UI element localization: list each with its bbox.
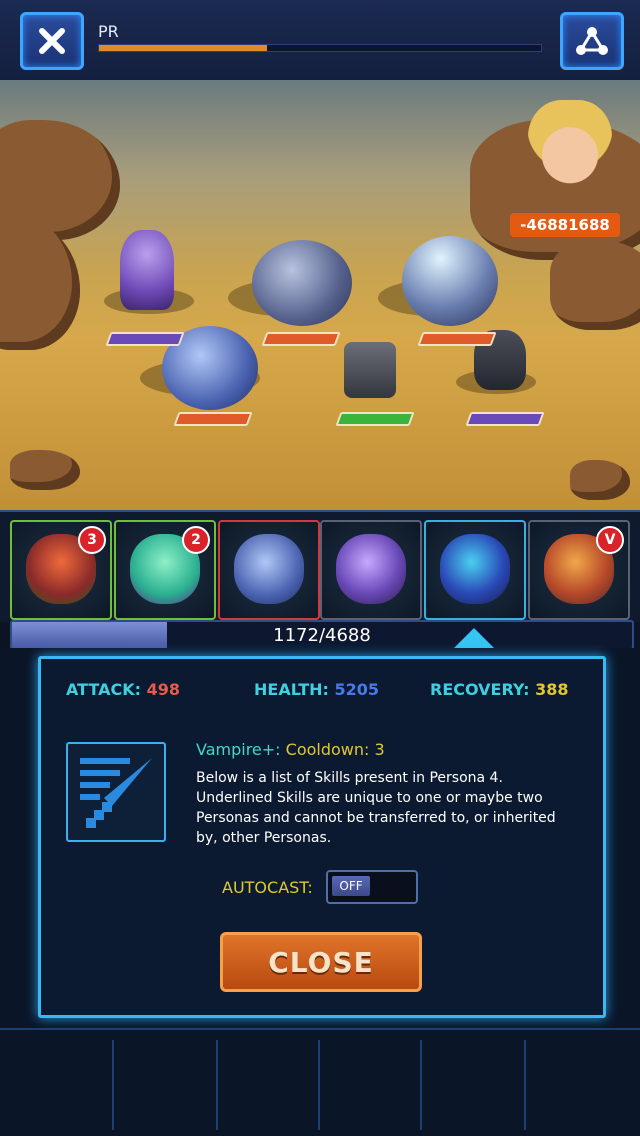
- skill-icon-frame: [66, 742, 166, 842]
- enemy-hero-portrait: [528, 100, 612, 192]
- divider: [318, 1040, 320, 1130]
- autocast-toggle[interactable]: OFF: [326, 870, 418, 904]
- persona-slot-5[interactable]: [424, 520, 526, 620]
- enemy-hp-bar: [105, 332, 185, 346]
- health-value: 5205: [334, 680, 380, 699]
- damage-counter: -46881688: [510, 213, 620, 237]
- xp-bar: [98, 44, 542, 52]
- attack-value: 498: [146, 680, 180, 699]
- rock: [10, 450, 80, 490]
- persona-portrait: [336, 534, 406, 604]
- recovery-label: RECOVERY:: [430, 680, 530, 699]
- rock: [550, 240, 640, 330]
- close-panel-button[interactable]: CLOSE: [220, 932, 422, 992]
- persona-slot-3[interactable]: [218, 520, 320, 620]
- toggle-state: OFF: [332, 876, 370, 896]
- sword-skill-icon: [80, 758, 152, 828]
- network-icon: [576, 27, 608, 55]
- close-icon: [39, 28, 65, 54]
- energy-bar: 1172/4688: [10, 620, 634, 650]
- enemy-ice-mech-crab[interactable]: [402, 236, 498, 326]
- close-button[interactable]: [20, 12, 84, 70]
- energy-text: 1172/4688: [273, 624, 371, 646]
- health-label: HEALTH:: [254, 680, 329, 699]
- persona-slot-6[interactable]: V: [528, 520, 630, 620]
- recovery-value: 388: [535, 680, 569, 699]
- attack-stat: ATTACK: 498: [66, 680, 180, 699]
- skill-name: Vampire+:: [196, 740, 281, 759]
- divider: [420, 1040, 422, 1130]
- top-bar: PR: [0, 0, 640, 82]
- enemy-mech-crab[interactable]: [252, 240, 352, 326]
- enemy-turret-bot[interactable]: [344, 342, 396, 398]
- divider: [112, 1040, 114, 1130]
- enemy-hp-bar: [417, 332, 497, 346]
- skill-title: Vampire+: Cooldown: 3: [196, 740, 385, 759]
- enemy-hooded-robot[interactable]: [120, 230, 174, 310]
- notification-badge: 3: [78, 526, 106, 554]
- persona-portrait: [440, 534, 510, 604]
- persona-portrait: [234, 534, 304, 604]
- divider: [0, 1028, 640, 1030]
- enemy-hp-bar: [173, 412, 253, 426]
- persona-slot-1[interactable]: 3: [10, 520, 112, 620]
- notification-badge: 2: [182, 526, 210, 554]
- rock: [570, 460, 630, 500]
- autocast-label: AUTOCAST:: [222, 878, 313, 897]
- skill-description: Below is a list of Skills present in Per…: [196, 770, 556, 846]
- health-stat: HEALTH: 5205: [254, 680, 379, 699]
- enemy-hp-bar: [261, 332, 341, 346]
- rock: [0, 220, 80, 350]
- attack-label: ATTACK:: [66, 680, 142, 699]
- xp-bar-fill: [99, 45, 267, 51]
- persona-slot-4[interactable]: [320, 520, 422, 620]
- notification-badge: V: [596, 526, 624, 554]
- divider: [524, 1040, 526, 1130]
- divider: [216, 1040, 218, 1130]
- player-name: PR: [98, 22, 119, 41]
- enemy-hp-bar: [335, 412, 415, 426]
- stats-row: ATTACK: 498 HEALTH: 5205 RECOVERY: 388: [66, 680, 576, 704]
- skill-cooldown: Cooldown: 3: [285, 740, 385, 759]
- persona-roster: 3 2 V: [0, 510, 640, 622]
- network-button[interactable]: [560, 12, 624, 70]
- persona-slot-2[interactable]: 2: [114, 520, 216, 620]
- enemy-hp-bar: [465, 412, 545, 426]
- recovery-stat: RECOVERY: 388: [430, 680, 569, 699]
